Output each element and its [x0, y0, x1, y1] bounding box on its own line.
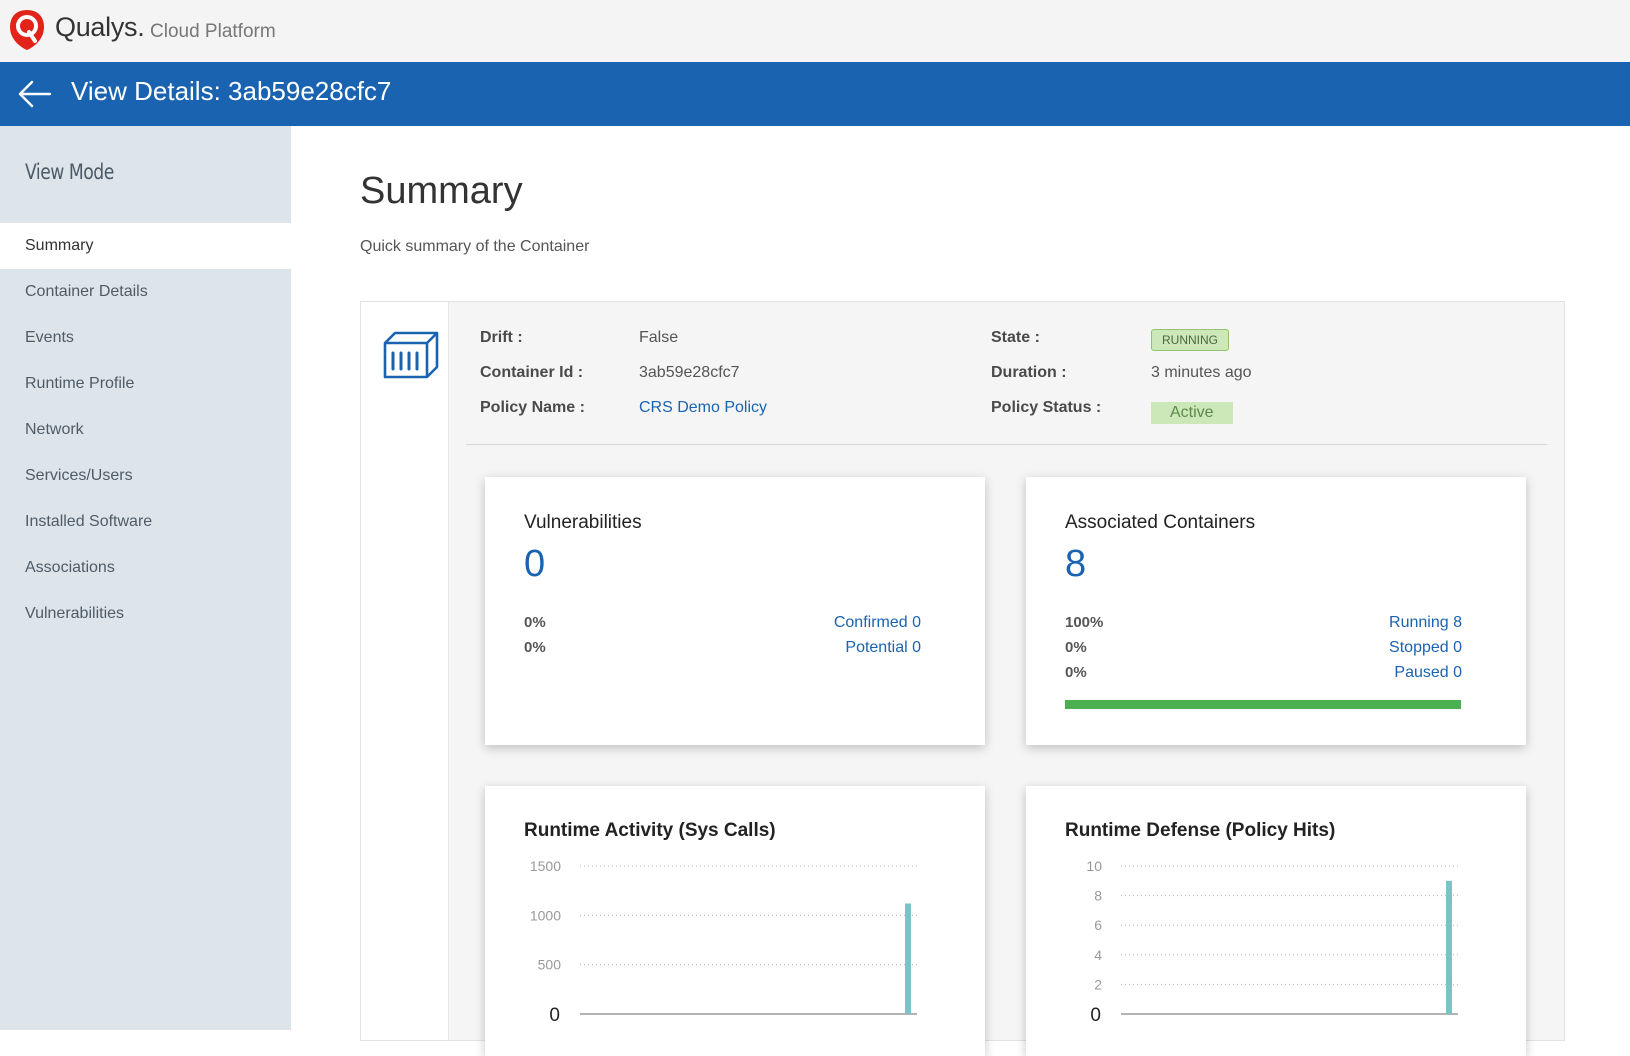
y-tick-label: 8: [1094, 888, 1102, 904]
state-label: State :: [991, 329, 1040, 346]
running-progress-fill: [1065, 700, 1461, 709]
container-info: Drift : False Container Id : 3ab59e28cfc…: [449, 302, 1566, 444]
y-tick-label: 0: [549, 1005, 560, 1026]
stopped-count-link[interactable]: Stopped 0: [1389, 639, 1462, 657]
sidebar-item-container-details[interactable]: Container Details: [0, 269, 291, 315]
title-bar: View Details: 3ab59e28cfc7: [0, 62, 1630, 126]
chart-bar[interactable]: [905, 903, 911, 1014]
stopped-percent: 0%: [1065, 639, 1087, 656]
sidebar-nav: Summary Container Details Events Runtime…: [0, 223, 291, 637]
y-tick-label: 2: [1094, 976, 1102, 992]
top-bar: Qualys. Cloud Platform: [0, 0, 1630, 62]
potential-percent: 0%: [524, 639, 546, 656]
sidebar-item-network[interactable]: Network: [0, 407, 291, 453]
confirmed-percent: 0%: [524, 614, 546, 631]
y-tick-label: 10: [1086, 858, 1102, 874]
summary-panel: Drift : False Container Id : 3ab59e28cfc…: [360, 301, 1566, 1056]
page-subtitle: Quick summary of the Container: [360, 238, 590, 255]
drift-label: Drift :: [480, 329, 523, 346]
drift-value: False: [639, 329, 679, 346]
state-badge: RUNNING: [1151, 329, 1229, 351]
duration-label: Duration :: [991, 364, 1067, 381]
sidebar-heading: View Mode: [25, 160, 114, 184]
runtime-activity-chart: 1500 1000 500 0: [530, 858, 917, 1026]
paused-count-link[interactable]: Paused 0: [1394, 664, 1462, 682]
vulnerabilities-title: Vulnerabilities: [524, 512, 642, 533]
sidebar: View Mode Summary Container Details Even…: [0, 126, 291, 1030]
panel-icon-column: [361, 302, 449, 1040]
duration-value: 3 minutes ago: [1151, 364, 1252, 381]
running-count-link[interactable]: Running 8: [1389, 614, 1462, 632]
y-tick-label: 4: [1094, 947, 1102, 963]
sidebar-item-installed-software[interactable]: Installed Software: [0, 499, 291, 545]
sidebar-item-associations[interactable]: Associations: [0, 545, 291, 591]
running-percent: 100%: [1065, 614, 1104, 631]
arrow-left-icon[interactable]: [16, 76, 54, 112]
brand-subtitle: Cloud Platform: [150, 21, 276, 42]
runtime-defense-title: Runtime Defense (Policy Hits): [1065, 820, 1336, 841]
associated-containers-count: 8: [1065, 543, 1087, 585]
runtime-defense-card[interactable]: Runtime Defense (Policy Hits) 10 8 6 4 2 0: [1026, 786, 1526, 1056]
running-progress-bar: [1065, 700, 1461, 709]
paused-percent: 0%: [1065, 664, 1087, 681]
qualys-shield-icon[interactable]: [8, 8, 46, 52]
main-content: Summary Quick summary of the Container D…: [291, 126, 1630, 1056]
chart-bar[interactable]: [1446, 880, 1452, 1014]
page-heading: View Details: 3ab59e28cfc7: [71, 76, 392, 106]
policy-name-label: Policy Name :: [480, 399, 585, 416]
runtime-activity-card[interactable]: Runtime Activity (Sys Calls) 1500 1000 500…: [485, 786, 985, 1056]
sidebar-item-runtime-profile[interactable]: Runtime Profile: [0, 361, 291, 407]
confirmed-count-link[interactable]: Confirmed 0: [834, 614, 921, 632]
vulnerabilities-count: 0: [524, 543, 546, 585]
associated-containers-title: Associated Containers: [1065, 512, 1256, 533]
vulnerabilities-card[interactable]: Vulnerabilities 0 0% Confirmed 0 0% Pote…: [485, 477, 985, 745]
policy-name-link[interactable]: CRS Demo Policy: [639, 399, 767, 417]
y-tick-label: 1000: [530, 907, 561, 923]
container-icon: [383, 331, 439, 379]
runtime-defense-chart: 10 8 6 4 2 0: [1086, 858, 1458, 1026]
y-tick-label: 1500: [530, 858, 561, 874]
container-id-label: Container Id :: [480, 364, 584, 381]
container-id-value: 3ab59e28cfc7: [639, 364, 740, 381]
y-tick-label: 0: [1090, 1005, 1101, 1026]
policy-status-badge: Active: [1151, 402, 1233, 424]
page-title: Summary: [360, 170, 523, 212]
associated-containers-card[interactable]: Associated Containers 8 100% Running 8 0…: [1026, 477, 1526, 745]
potential-count-link[interactable]: Potential 0: [845, 639, 921, 657]
sidebar-item-vulnerabilities[interactable]: Vulnerabilities: [0, 591, 291, 637]
sidebar-item-events[interactable]: Events: [0, 315, 291, 361]
policy-status-label: Policy Status :: [991, 399, 1102, 416]
sidebar-item-summary[interactable]: Summary: [0, 223, 291, 269]
sidebar-item-services-users[interactable]: Services/Users: [0, 453, 291, 499]
info-divider: [466, 444, 1547, 445]
y-tick-label: 500: [538, 957, 562, 973]
y-tick-label: 6: [1094, 917, 1102, 933]
runtime-activity-title: Runtime Activity (Sys Calls): [524, 820, 776, 841]
brand-name[interactable]: Qualys.: [55, 12, 145, 43]
